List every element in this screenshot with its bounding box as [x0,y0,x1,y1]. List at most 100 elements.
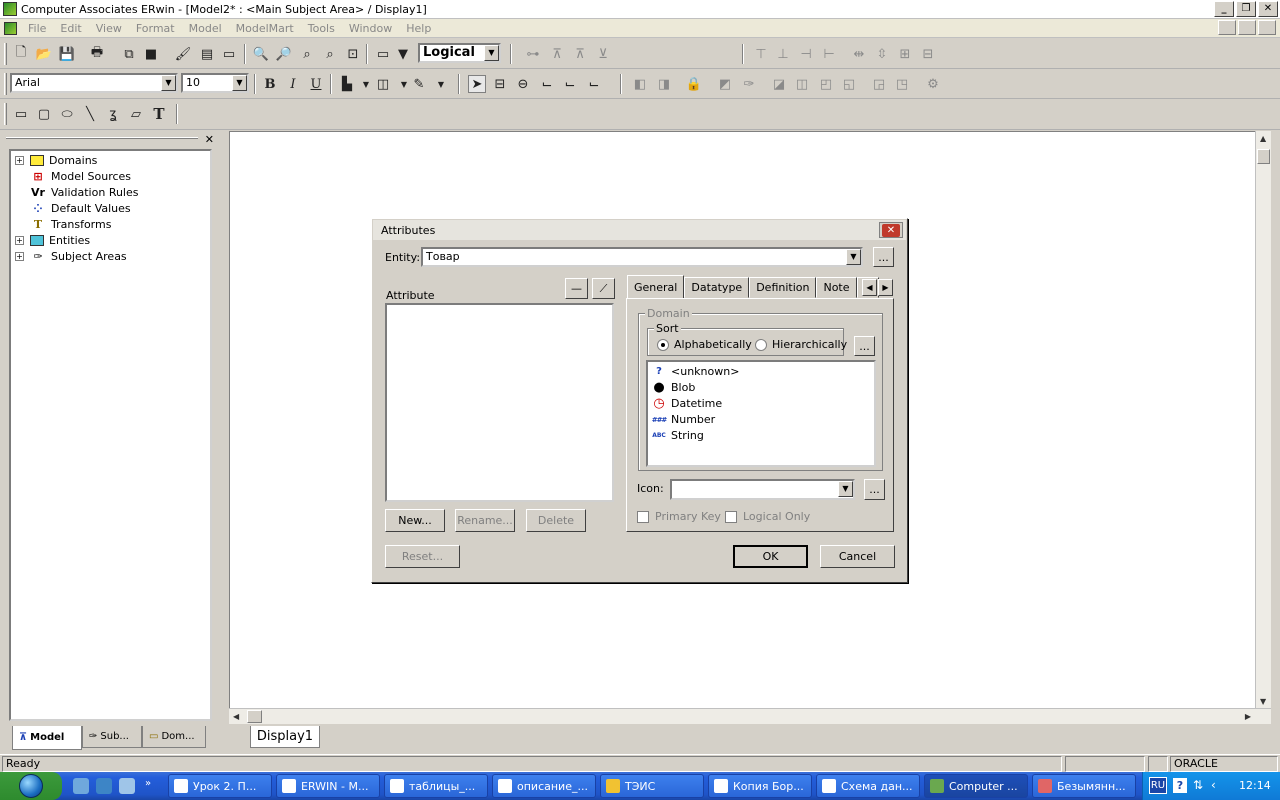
save-icon[interactable]: 💾 [58,45,76,63]
internet-explorer-icon[interactable] [96,778,112,794]
document-icon[interactable] [4,21,17,35]
align-top-icon[interactable]: ⊤ [752,45,770,63]
menu-view[interactable]: View [89,22,129,35]
menu-tools[interactable]: Tools [301,22,342,35]
ok-button[interactable]: OK [733,545,808,568]
space-horizontal-icon[interactable]: ⇹ [850,45,868,63]
italic-button[interactable]: I [284,75,302,93]
pointer-tool-icon[interactable]: ➤ [468,75,486,93]
icon-browse-button[interactable]: ... [864,479,885,500]
mm-security-icon[interactable]: ◳ [893,75,911,93]
task-description[interactable]: описание_... [492,774,596,798]
minimize-button[interactable]: _ [1214,1,1234,17]
cancel-button[interactable]: Cancel [820,545,895,568]
domain-item-datetime[interactable]: ◷ Datetime [652,396,722,412]
line-color-dropdown-icon[interactable]: ▼ [432,75,450,93]
relationship-icon[interactable]: ⊶ [524,45,542,63]
chevron-down-icon[interactable]: ▼ [838,481,853,497]
tree-item-entities[interactable]: + Entities [15,232,90,248]
tree-item-domains[interactable]: + Domains [15,152,97,168]
tab-display1[interactable]: Display1 [250,726,320,748]
color-icon[interactable]: ■ [142,45,160,63]
pin-icon[interactable]: ✑ [740,75,758,93]
reset-button[interactable]: Reset... [385,545,460,568]
menu-edit[interactable]: Edit [53,22,88,35]
vertical-scrollbar[interactable]: ▲ ▼ [1255,131,1271,709]
task-schema[interactable]: Схема дан... [816,774,920,798]
network-icon[interactable]: ⇅ [1193,778,1203,792]
comment-icon[interactable]: ▭ [220,45,238,63]
many-to-many-rel-icon[interactable]: ⌙ [561,75,579,93]
polygon-tool-icon[interactable]: ▱ [127,105,145,123]
tab-note[interactable]: Note [816,277,857,298]
tray-expand-icon[interactable]: ‹ [1211,778,1216,792]
chevron-down-icon[interactable]: ▼ [161,75,176,91]
quicklaunch-expand-icon[interactable]: » [145,778,155,794]
format-painter-icon[interactable]: 🖌 [174,45,192,63]
mdi-restore-button[interactable] [1238,20,1256,35]
same-width-icon[interactable]: ⊟ [919,45,937,63]
entity-select[interactable]: Товар ▼ [421,247,863,267]
entity-browse-button[interactable]: ... [873,247,894,267]
copy-icon[interactable]: ⧉ [120,45,138,63]
toolbar-grip[interactable] [4,103,7,125]
menu-modelmart[interactable]: ModelMart [229,22,301,35]
tab-scroll-right-icon[interactable]: ▶ [878,279,893,296]
clock[interactable]: 12:14 [1239,779,1271,792]
delete-attribute-button[interactable]: Delete [526,509,586,532]
tab-definition[interactable]: Definition [749,277,817,298]
tree-item-default-values[interactable]: ⁘ Default Values [15,200,130,216]
new-file-icon[interactable]: 🗋 [12,45,30,63]
rectangle-tool-icon[interactable]: ▭ [12,105,30,123]
chevron-down-icon[interactable]: ▼ [232,75,247,91]
menu-window[interactable]: Window [342,22,399,35]
domain-item-number[interactable]: ### Number [652,412,716,428]
mm-report-icon[interactable]: ◱ [840,75,858,93]
sort-hierarchically-radio[interactable]: Hierarchically [755,338,847,351]
vertical-scroll-thumb[interactable] [1257,149,1270,164]
task-copy[interactable]: Копия Бор... [708,774,812,798]
tab-model[interactable]: ⊼ Model [12,726,82,750]
close-icon[interactable]: ✕ [205,133,214,146]
font-name-select[interactable]: Arial ▼ [10,73,178,93]
identifying-rel-icon[interactable]: ⌙ [538,75,556,93]
scroll-left-icon[interactable]: ◀ [233,712,239,721]
domain-item-unknown[interactable]: ? <unknown> [652,364,739,380]
help-icon[interactable]: ? [1173,778,1187,793]
lock-icon[interactable]: 🔒 [685,75,703,93]
start-button[interactable] [0,772,62,800]
zoom-in-icon[interactable]: 🔎 [275,45,293,63]
tab-general[interactable]: General [627,275,685,298]
non-identifying-rel-icon[interactable]: ⌙ [585,75,603,93]
tree-item-subject-areas[interactable]: + ✑ Subject Areas [15,248,127,264]
category-tool-icon[interactable]: ⊖ [514,75,532,93]
ellipse-tool-icon[interactable]: ⬭ [58,105,76,123]
task-tables[interactable]: таблицы_... [384,774,488,798]
space-vertical-icon[interactable]: ⇳ [873,45,891,63]
tree-item-validation-rules[interactable]: Vr Validation Rules [15,184,138,200]
domain-item-blob[interactable]: ● Blob [652,380,695,396]
display-level-icon[interactable]: ▭ [374,45,392,63]
mdi-minimize-button[interactable] [1218,20,1236,35]
mm-save-icon[interactable]: ◨ [655,75,673,93]
line-color-icon[interactable]: ✎ [410,75,428,93]
mm-merge-icon[interactable]: ◲ [870,75,888,93]
font-color-icon[interactable]: ▙ [338,75,356,93]
mm-lock-icon[interactable]: ◪ [770,75,788,93]
mdi-close-button[interactable] [1258,20,1276,35]
tab-domains[interactable]: ▭ Dom... [142,726,206,748]
restore-button[interactable]: ❐ [1236,1,1256,17]
primary-key-checkbox[interactable]: Primary Key [637,510,721,523]
logical-only-checkbox[interactable]: Logical Only [725,510,810,523]
align-right-icon[interactable]: ⊢ [820,45,838,63]
horizontal-scroll-thumb[interactable] [247,710,262,723]
align-bottom-icon[interactable]: ⊥ [774,45,792,63]
rounded-rect-tool-icon[interactable]: ▢ [35,105,53,123]
tab-datatype[interactable]: Datatype [684,277,750,298]
open-folder-icon[interactable]: 📂 [35,45,53,63]
tab-scroll-left-icon[interactable]: ◀ [862,279,877,296]
line-tool-icon[interactable]: ╲ [81,105,99,123]
view-mode-select[interactable]: Logical ▼ [418,43,501,63]
rename-attribute-button[interactable]: Rename... [455,509,515,532]
bold-button[interactable]: B [261,75,279,93]
